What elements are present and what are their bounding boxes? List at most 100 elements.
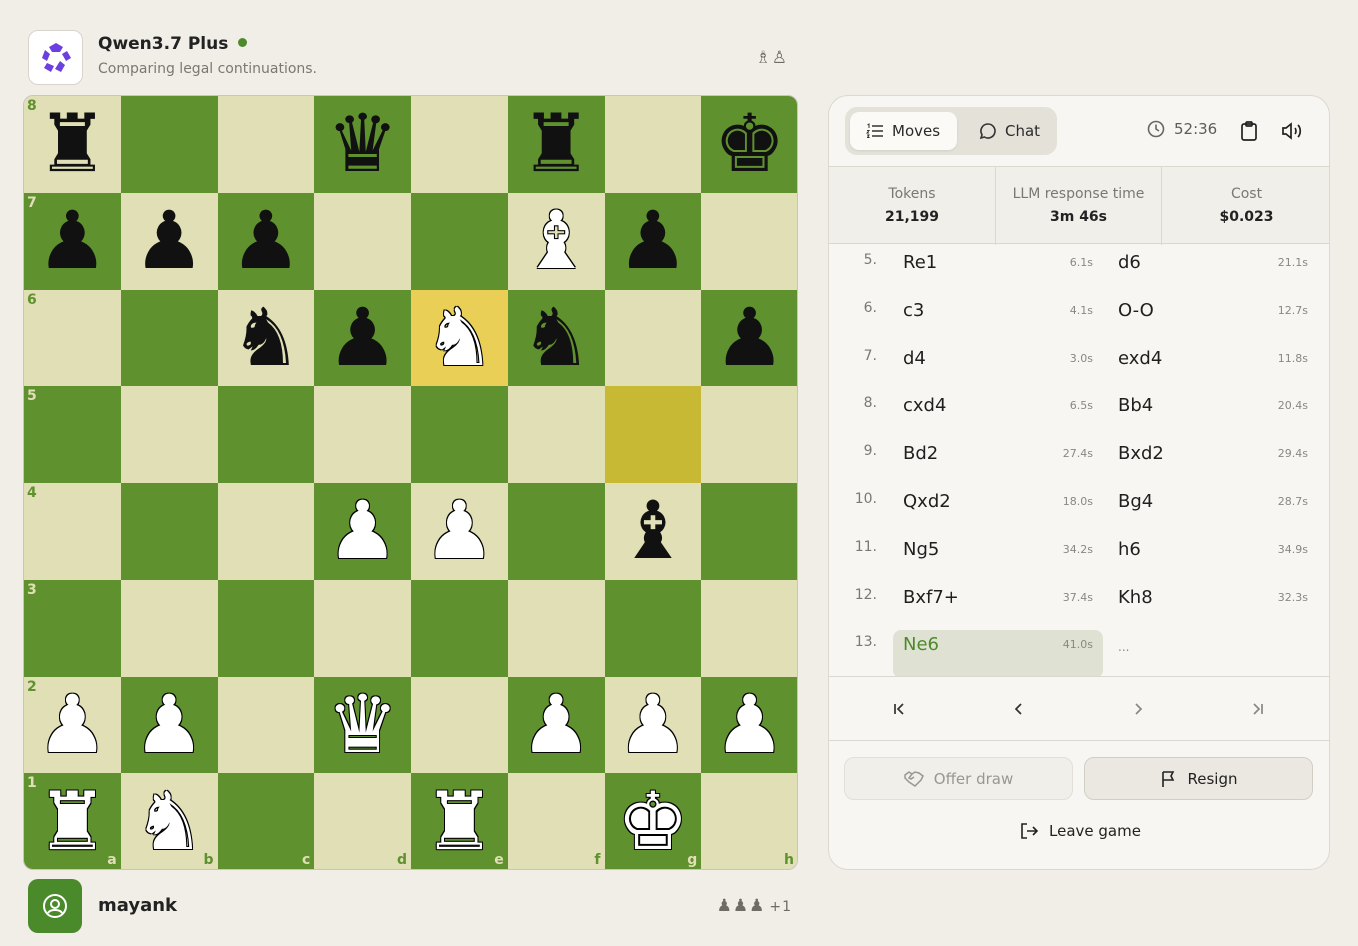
square-c7[interactable]: ♟ bbox=[217, 192, 315, 290]
black-rook-icon[interactable]: ♜ bbox=[24, 96, 121, 193]
white-rook-icon[interactable]: ♜ bbox=[24, 773, 121, 869]
square-f2[interactable]: ♟ bbox=[507, 676, 605, 774]
white-move[interactable]: Bxf7+ 37.4s bbox=[893, 583, 1103, 631]
black-move[interactable]: Kh8 32.3s bbox=[1108, 583, 1318, 631]
square-e5[interactable] bbox=[411, 386, 508, 483]
white-bishop-icon[interactable]: ♝ bbox=[508, 193, 605, 290]
square-a5[interactable]: 5 bbox=[24, 386, 121, 483]
move-list[interactable]: 5. Re1 6.1s d6 21.1s 6. c3 4.1s O-O 12.7s 7. d4 3.0s… bbox=[829, 244, 1329, 676]
square-a2[interactable]: 2 ♟ bbox=[24, 676, 121, 774]
square-h1[interactable]: h bbox=[701, 773, 797, 869]
white-move[interactable]: cxd4 6.5s bbox=[893, 391, 1103, 439]
square-g8[interactable] bbox=[604, 96, 702, 193]
white-pawn-icon[interactable]: ♟ bbox=[314, 483, 411, 580]
black-knight-icon[interactable]: ♞ bbox=[508, 290, 605, 387]
black-pawn-icon[interactable]: ♟ bbox=[24, 193, 121, 290]
square-a7[interactable]: 7 ♟ bbox=[24, 192, 121, 290]
black-move[interactable]: O-O 12.7s bbox=[1108, 296, 1318, 344]
square-c6[interactable]: ♞ bbox=[217, 289, 315, 387]
black-move[interactable]: ... bbox=[1108, 630, 1318, 676]
square-f5[interactable] bbox=[507, 386, 605, 483]
square-c5[interactable] bbox=[217, 386, 315, 483]
square-h2[interactable]: ♟ bbox=[701, 676, 797, 774]
square-f8[interactable]: ♜ bbox=[507, 96, 605, 193]
white-pawn-icon[interactable]: ♟ bbox=[508, 677, 605, 774]
white-move[interactable]: d4 3.0s bbox=[893, 344, 1103, 392]
sound-toggle-button[interactable] bbox=[1279, 118, 1305, 144]
black-queen-icon[interactable]: ♛ bbox=[314, 96, 411, 193]
black-pawn-icon[interactable]: ♟ bbox=[314, 290, 411, 387]
white-move[interactable]: Re1 6.1s bbox=[893, 248, 1103, 296]
square-d8[interactable]: ♛ bbox=[314, 96, 411, 193]
square-g1[interactable]: g ♚ bbox=[604, 773, 702, 869]
black-move[interactable]: h6 34.9s bbox=[1108, 535, 1318, 583]
square-f4[interactable] bbox=[507, 483, 605, 580]
black-move[interactable]: exd4 11.8s bbox=[1108, 344, 1318, 392]
square-d3[interactable] bbox=[314, 579, 411, 677]
black-pawn-icon[interactable]: ♟ bbox=[701, 290, 797, 387]
offer-draw-button[interactable]: Offer draw bbox=[844, 757, 1073, 800]
square-h3[interactable] bbox=[701, 579, 797, 677]
square-f6[interactable]: ♞ bbox=[507, 289, 605, 387]
square-b3[interactable] bbox=[120, 579, 218, 677]
square-a1[interactable]: 1 a ♜ bbox=[24, 773, 121, 869]
black-pawn-icon[interactable]: ♟ bbox=[218, 193, 315, 290]
square-g5[interactable] bbox=[604, 386, 702, 483]
square-g6[interactable] bbox=[604, 289, 702, 387]
square-d2[interactable]: ♛ bbox=[314, 676, 411, 774]
white-pawn-icon[interactable]: ♟ bbox=[605, 677, 702, 774]
square-c2[interactable] bbox=[217, 676, 315, 774]
white-knight-icon[interactable]: ♞ bbox=[411, 290, 508, 387]
square-g4[interactable]: ♝ bbox=[604, 483, 702, 580]
black-bishop-icon[interactable]: ♝ bbox=[605, 483, 702, 580]
square-h6[interactable]: ♟ bbox=[701, 289, 797, 387]
square-h7[interactable] bbox=[701, 192, 797, 290]
previous-move-button[interactable] bbox=[1005, 695, 1033, 723]
black-move[interactable]: Bb4 20.4s bbox=[1108, 391, 1318, 439]
square-g3[interactable] bbox=[604, 579, 702, 677]
white-move[interactable]: Bd2 27.4s bbox=[893, 439, 1103, 487]
chess-board[interactable]: 8 ♜ ♛ ♜ ♚ 7 ♟ ♟ ♟ ♝ ♟ 6 ♞ ♟ ♞ ♞ ♟ 5 4 ♟ ♟ ♝ 3 2 ♟ ♟ ♛ ♟ ♟ ♟ 1 a ♜ b ♞ c d e ♜ f… bbox=[23, 95, 798, 870]
white-pawn-icon[interactable]: ♟ bbox=[701, 677, 797, 774]
black-rook-icon[interactable]: ♜ bbox=[508, 96, 605, 193]
black-move[interactable]: d6 21.1s bbox=[1108, 248, 1318, 296]
square-a3[interactable]: 3 bbox=[24, 579, 121, 677]
square-d5[interactable] bbox=[314, 386, 411, 483]
square-b1[interactable]: b ♞ bbox=[120, 773, 218, 869]
white-move[interactable]: Ne6 41.0s bbox=[893, 630, 1103, 676]
black-move[interactable]: Bxd2 29.4s bbox=[1108, 439, 1318, 487]
tab-moves[interactable]: Moves bbox=[850, 112, 957, 150]
next-move-button[interactable] bbox=[1124, 695, 1152, 723]
square-c1[interactable]: c bbox=[217, 773, 315, 869]
square-a4[interactable]: 4 bbox=[24, 483, 121, 580]
tab-chat[interactable]: Chat bbox=[963, 112, 1053, 150]
square-b4[interactable] bbox=[120, 483, 218, 580]
square-a6[interactable]: 6 bbox=[24, 289, 121, 387]
square-c8[interactable] bbox=[217, 96, 315, 193]
square-b2[interactable]: ♟ bbox=[120, 676, 218, 774]
copy-pgn-button[interactable] bbox=[1236, 118, 1262, 144]
square-f3[interactable] bbox=[507, 579, 605, 677]
square-e1[interactable]: e ♜ bbox=[411, 773, 508, 869]
square-d7[interactable] bbox=[314, 192, 411, 290]
square-b6[interactable] bbox=[120, 289, 218, 387]
square-d1[interactable]: d bbox=[314, 773, 411, 869]
white-pawn-icon[interactable]: ♟ bbox=[24, 677, 121, 774]
square-e7[interactable] bbox=[411, 192, 508, 290]
square-h8[interactable]: ♚ bbox=[701, 96, 797, 193]
square-f1[interactable]: f bbox=[507, 773, 605, 869]
square-h4[interactable] bbox=[701, 483, 797, 580]
square-b8[interactable] bbox=[120, 96, 218, 193]
square-e3[interactable] bbox=[411, 579, 508, 677]
white-king-icon[interactable]: ♚ bbox=[605, 773, 702, 869]
black-king-icon[interactable]: ♚ bbox=[701, 96, 797, 193]
square-e6[interactable]: ♞ bbox=[411, 289, 508, 387]
square-c3[interactable] bbox=[217, 579, 315, 677]
white-pawn-icon[interactable]: ♟ bbox=[411, 483, 508, 580]
white-rook-icon[interactable]: ♜ bbox=[411, 773, 508, 869]
leave-game-button[interactable]: Leave game bbox=[829, 822, 1329, 840]
square-h5[interactable] bbox=[701, 386, 797, 483]
square-a8[interactable]: 8 ♜ bbox=[24, 96, 121, 193]
white-move[interactable]: Qxd2 18.0s bbox=[893, 487, 1103, 535]
white-move[interactable]: c3 4.1s bbox=[893, 296, 1103, 344]
